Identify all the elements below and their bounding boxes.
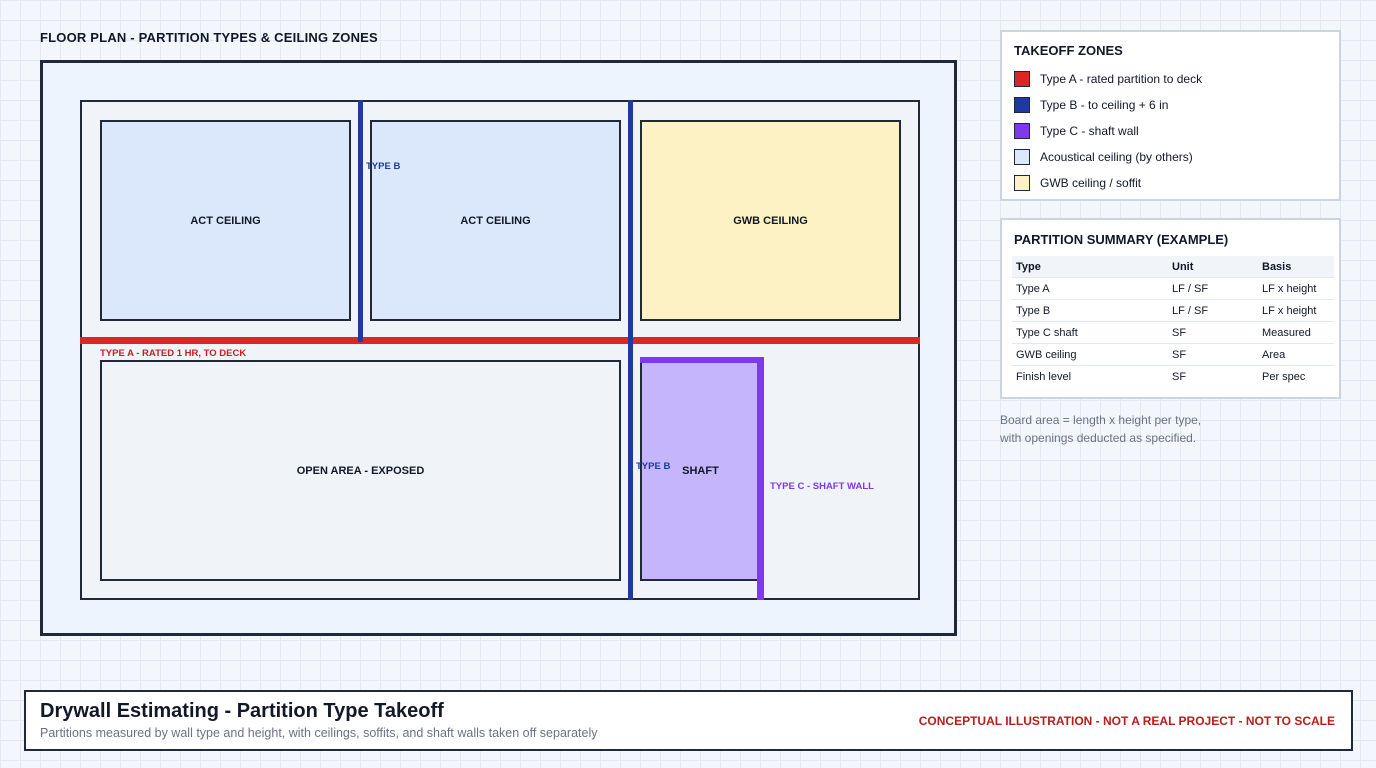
table-cell: LF x height (1258, 277, 1334, 300)
room-label: ACT CEILING (460, 214, 531, 227)
swatch-gwb-ceiling (1014, 175, 1030, 191)
swatch-type-a (1014, 71, 1030, 87)
footer-disclaimer: CONCEPTUAL ILLUSTRATION - NOT A REAL PRO… (918, 714, 1335, 728)
table-cell: SF (1168, 343, 1258, 366)
table-cell: SF (1168, 365, 1258, 387)
room-label: OPEN AREA - EXPOSED (296, 464, 425, 477)
room-label: GWB CEILING (733, 214, 808, 227)
table-cell: Type B (1012, 299, 1168, 322)
note-line: Board area = length x height per type, (1000, 413, 1202, 427)
table-row: Finish level SF Per spec (1012, 365, 1334, 387)
wall-type-a (80, 337, 920, 344)
table-cell: Per spec (1258, 365, 1334, 387)
calculation-note: Board area = length x height per type, w… (1000, 411, 1300, 447)
legend-item: Acoustical ceiling (by others) (1014, 148, 1193, 166)
legend-item: Type A - rated partition to deck (1014, 70, 1202, 88)
room-label: ACT CEILING (190, 214, 261, 227)
footer-title: Drywall Estimating - Partition Type Take… (40, 700, 444, 722)
table-row: Type A LF / SF LF x height (1012, 277, 1334, 300)
wall-type-b-main (628, 100, 633, 600)
legend-title: TAKEOFF ZONES (1014, 43, 1123, 58)
room-open-area: OPEN AREA - EXPOSED (100, 360, 621, 581)
column-header: Type (1012, 256, 1168, 278)
wall-type-c-top (640, 357, 762, 363)
table-cell: SF (1168, 321, 1258, 344)
summary-title: PARTITION SUMMARY (EXAMPLE) (1014, 232, 1229, 247)
summary-table: Type Unit Basis Type A LF / SF LF x heig… (1012, 256, 1334, 387)
summary-header-row: Type Unit Basis (1012, 256, 1334, 278)
room-act-ceiling-1: ACT CEILING (100, 120, 351, 321)
wall-label-type-c: TYPE C - SHAFT WALL (770, 481, 874, 492)
table-row: Type C shaft SF Measured (1012, 321, 1334, 344)
swatch-type-c (1014, 123, 1030, 139)
legend-label: Acoustical ceiling (by others) (1040, 150, 1193, 164)
note-line: with openings deducted as specified. (1000, 431, 1197, 445)
wall-type-c-side (757, 357, 764, 600)
table-cell: LF x height (1258, 299, 1334, 322)
legend-label: GWB ceiling / soffit (1040, 176, 1142, 190)
legend-item: GWB ceiling / soffit (1014, 174, 1141, 192)
room-label: SHAFT (682, 464, 719, 477)
column-header: Unit (1168, 256, 1258, 278)
table-cell: GWB ceiling (1012, 343, 1168, 366)
legend-label: Type A - rated partition to deck (1040, 72, 1203, 86)
legend-item: Type B - to ceiling + 6 in (1014, 96, 1168, 114)
table-cell: Finish level (1012, 365, 1168, 387)
legend-panel: TAKEOFF ZONES Type A - rated partition t… (1000, 30, 1341, 201)
legend-item: Type C - shaft wall (1014, 122, 1139, 140)
column-header: Basis (1258, 256, 1334, 278)
footer-title-block: Drywall Estimating - Partition Type Take… (24, 690, 1353, 751)
plan-title: FLOOR PLAN - PARTITION TYPES & CEILING Z… (40, 30, 378, 45)
table-cell: Area (1258, 343, 1334, 366)
legend-label: Type C - shaft wall (1040, 124, 1139, 138)
wall-label-type-b-bottom: TYPE B (636, 461, 671, 472)
summary-panel: PARTITION SUMMARY (EXAMPLE) Type Unit Ba… (1000, 218, 1341, 399)
table-cell: LF / SF (1168, 299, 1258, 322)
wall-label-type-a: TYPE A - RATED 1 HR, TO DECK (100, 348, 247, 359)
legend-label: Type B - to ceiling + 6 in (1040, 98, 1169, 112)
room-gwb-ceiling: GWB CEILING (640, 120, 901, 321)
table-cell: LF / SF (1168, 277, 1258, 300)
swatch-acoustical-ceiling (1014, 149, 1030, 165)
table-row: Type B LF / SF LF x height (1012, 299, 1334, 322)
table-cell: Type A (1012, 277, 1168, 300)
wall-type-b-upper (358, 100, 363, 342)
footer-subtitle: Partitions measured by wall type and hei… (40, 726, 598, 740)
swatch-type-b (1014, 97, 1030, 113)
wall-label-type-b-top: TYPE B (366, 161, 401, 172)
table-cell: Type C shaft (1012, 321, 1168, 344)
table-row: GWB ceiling SF Area (1012, 343, 1334, 366)
room-act-ceiling-2: ACT CEILING (370, 120, 621, 321)
table-cell: Measured (1258, 321, 1334, 344)
